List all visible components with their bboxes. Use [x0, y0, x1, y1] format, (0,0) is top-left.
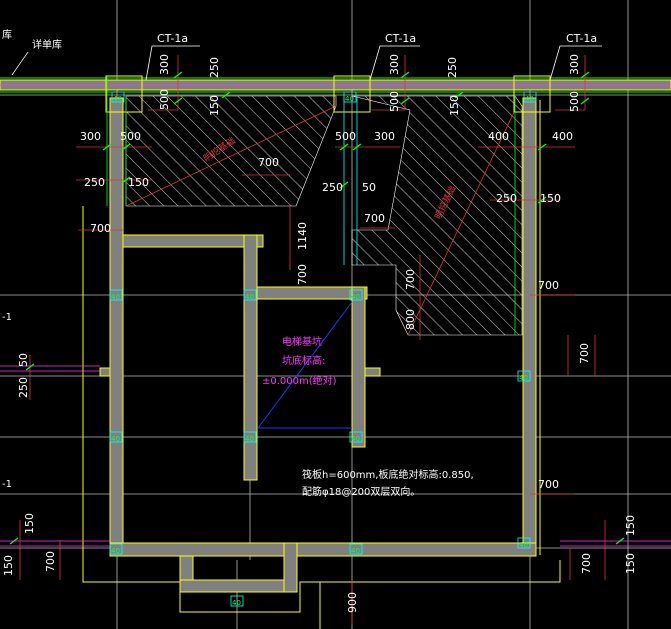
dim-text: 250	[84, 176, 105, 189]
dim-text: 150	[448, 95, 461, 116]
dim-text: 150	[624, 553, 637, 574]
dim-text: 250	[446, 57, 459, 78]
pile-label: 40	[351, 435, 360, 443]
dim-text: 500	[388, 91, 401, 112]
dim-text: 700	[364, 212, 385, 225]
dim-text: 400	[488, 130, 509, 143]
dim-text: 800	[404, 309, 417, 330]
dim-text: 700	[258, 156, 279, 169]
dim-text: 400	[552, 130, 573, 143]
pile-label: 40	[525, 95, 534, 103]
pile-label: 40	[111, 293, 120, 301]
pile-label: 40	[519, 374, 528, 382]
pit-note-line3: ±0.000m(绝对)	[262, 374, 337, 387]
dim-text: 700	[404, 269, 417, 290]
pile-label: 40	[113, 95, 122, 103]
dim-text: 300	[388, 54, 401, 75]
dim-text: 900	[346, 592, 359, 613]
dim-text: 50	[17, 353, 30, 367]
raft-note-line2: 配筋φ18@200双层双向。	[302, 485, 420, 498]
raft-note-line1: 筏板h=600mm,板底绝对标高:0.850,	[302, 468, 474, 481]
dim-text: 700	[90, 222, 111, 235]
dim-text: 250	[322, 181, 343, 194]
dim-text: 700	[538, 478, 559, 491]
dim-text: 700	[580, 553, 593, 574]
dim-text: 700	[44, 551, 57, 572]
dim-text: 150	[208, 95, 221, 116]
pile-label: 40	[245, 293, 254, 301]
beam-leader	[11, 51, 29, 76]
magenta-lines	[0, 365, 671, 547]
dim-text: 700	[578, 343, 591, 364]
cap-label: CT-1a	[566, 32, 597, 45]
dim-text: 500	[158, 89, 171, 110]
corner-label: 库	[2, 28, 12, 41]
pile-label: 40	[351, 547, 360, 555]
pile-label: 40	[111, 435, 120, 443]
dim-text: 700	[538, 279, 559, 292]
axis-label: -1	[2, 479, 12, 490]
dim-text: 150	[23, 513, 36, 534]
cap-label: CT-1a	[157, 32, 188, 45]
pit-note-line2: 坑底标高:	[282, 354, 325, 367]
cad-drawing: 40 40 40 40 40 40 40 40 40 40 40 40 40 4…	[0, 0, 671, 629]
dim-text: 150	[128, 176, 149, 189]
axis-label: -1	[2, 312, 12, 323]
dim-text: 250	[496, 192, 517, 205]
dim-text: 500	[120, 130, 141, 143]
dim-text: 300	[568, 54, 581, 75]
cap-label: CT-1a	[385, 32, 416, 45]
pile-label: 40	[351, 293, 360, 301]
dim-text: 700	[296, 264, 309, 285]
dim-text: 150	[2, 555, 15, 576]
dim-text: 250	[208, 57, 221, 78]
pile-label: 40	[232, 599, 241, 607]
dim-text: 300	[374, 130, 395, 143]
pile-label: 40	[111, 547, 120, 555]
pit-note-line1: 电梯基坑	[282, 335, 322, 348]
dim-text: 150	[540, 192, 561, 205]
beam-label: 详单库	[32, 38, 62, 51]
dim-text: 1140	[296, 222, 309, 250]
dim-text: 250	[17, 377, 30, 398]
dim-text: 500	[335, 130, 356, 143]
dim-text: 300	[80, 130, 101, 143]
dim-text: 150	[624, 515, 637, 536]
dim-text: 300	[158, 54, 171, 75]
dim-text: 500	[568, 91, 581, 112]
pile-label: 40	[345, 95, 354, 103]
pile-label: 40	[245, 435, 254, 443]
top-beam	[0, 77, 671, 93]
dim-text: 50	[362, 181, 376, 194]
pile-label: 40	[519, 541, 528, 549]
